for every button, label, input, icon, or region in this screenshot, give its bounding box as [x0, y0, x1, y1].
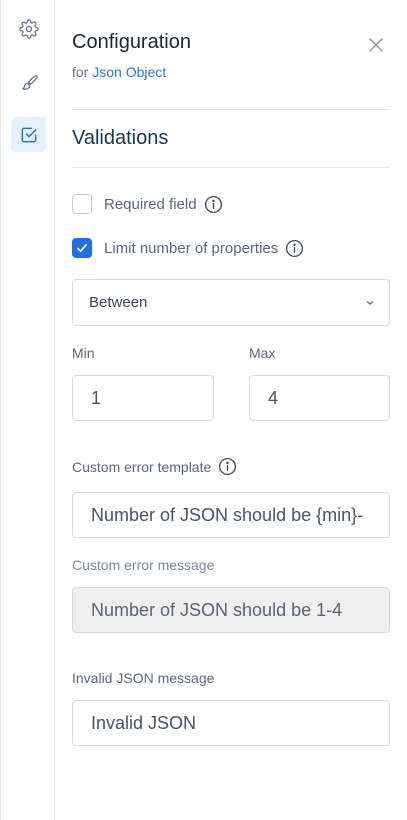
configuration-panel: Configuration for Json Object Validation… [55, 0, 407, 820]
info-icon[interactable] [204, 195, 223, 214]
component-type-link[interactable]: Json Object [92, 64, 166, 80]
invalid-json-message-label: Invalid JSON message [72, 670, 215, 686]
min-input[interactable]: 1 [72, 375, 214, 421]
custom-error-template-input[interactable]: Number of JSON should be {min}- [72, 492, 390, 538]
custom-error-template-label-text: Custom error template [72, 458, 212, 475]
settings-tab[interactable] [11, 11, 46, 46]
gear-icon [18, 18, 39, 39]
section-title: Validations [72, 127, 169, 149]
required-field-row: Required field [72, 194, 223, 214]
min-label: Min [72, 345, 95, 361]
custom-error-message-label: Custom error message [72, 557, 215, 573]
limit-properties-label: Limit number of properties [104, 239, 279, 257]
invalid-json-message-input[interactable]: Invalid JSON [72, 700, 390, 746]
panel-subtitle: for Json Object [72, 64, 166, 80]
max-input[interactable]: 4 [249, 375, 390, 421]
close-icon[interactable] [366, 35, 386, 55]
custom-error-template-label: Custom error template [72, 457, 237, 476]
required-field-label: Required field [104, 195, 197, 213]
brush-icon [21, 74, 38, 90]
range-mode-select[interactable]: Between [72, 279, 390, 326]
custom-error-message-input: Number of JSON should be 1-4 [72, 587, 390, 633]
range-mode-value: Between [89, 294, 148, 311]
panel-title: Configuration [72, 31, 191, 53]
style-tab[interactable] [11, 65, 46, 100]
info-icon[interactable] [218, 457, 237, 476]
check-icon [76, 244, 88, 252]
subtitle-prefix: for [72, 64, 89, 80]
validations-tab[interactable] [11, 117, 46, 152]
max-label: Max [249, 345, 276, 361]
chevron-down-icon [366, 301, 374, 305]
info-icon[interactable] [285, 239, 304, 258]
limit-properties-row: Limit number of properties [72, 238, 304, 258]
checkbox-check-icon [21, 127, 36, 142]
side-rail [0, 0, 55, 820]
required-field-checkbox[interactable] [72, 194, 92, 214]
header-divider [72, 109, 390, 110]
limit-properties-checkbox[interactable] [72, 238, 92, 258]
section-divider [72, 167, 390, 168]
